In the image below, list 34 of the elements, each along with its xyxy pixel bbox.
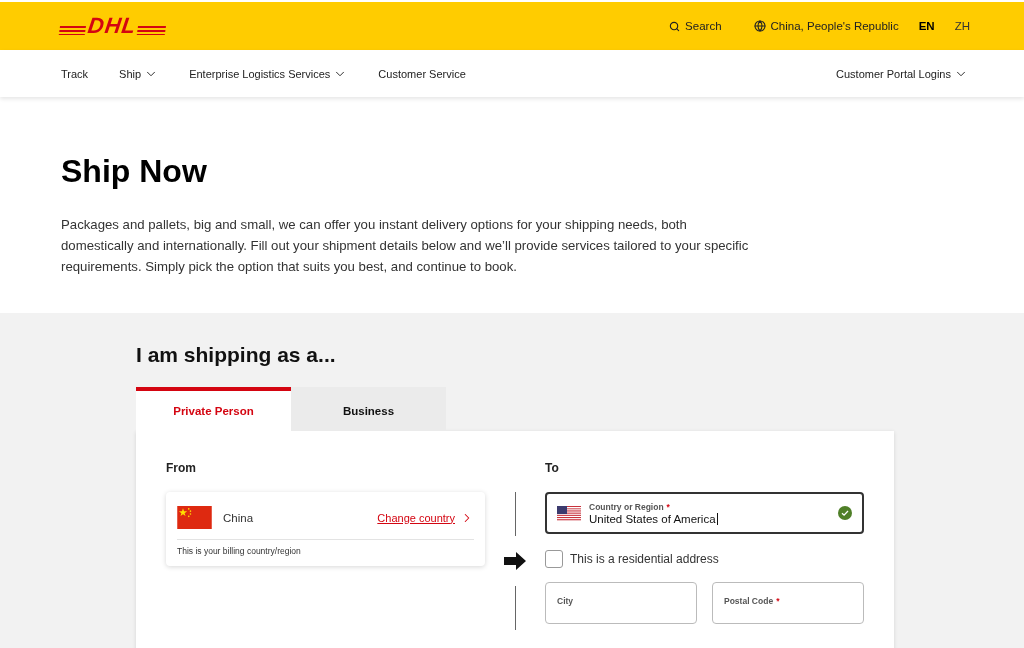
input-field[interactable]: City — [545, 582, 697, 624]
nav-link[interactable]: Customer Portal Logins — [836, 66, 968, 81]
page-title: Ship Now — [61, 153, 207, 190]
country-name: China — [223, 511, 254, 524]
input-field[interactable]: Postal Code * — [712, 582, 864, 624]
section-heading: I am shipping as a... — [136, 343, 336, 367]
search-icon — [669, 20, 681, 32]
country-field[interactable]: Country or Region * United States of America — [545, 492, 864, 534]
field-label: Country or Region * — [589, 501, 670, 512]
checkbox[interactable] — [545, 550, 563, 568]
nav-link[interactable]: Enterprise Logistics Services — [189, 66, 348, 81]
region-selector[interactable]: China, People's Republic — [753, 20, 899, 32]
flag-icon — [177, 506, 212, 529]
nav-link[interactable]: Ship — [119, 66, 159, 81]
billing-note: This is your billing country/region — [177, 546, 301, 556]
intro-text: Packages and pallets, big and small, we can offer you instant delivery options for your shipping needs, both domestically and internationally. Fill out your shipment details below and we’ll provide services tailored to your specific requirements. Simply pick the option that suits you best, and continue to book. — [61, 216, 750, 276]
field-label: City — [557, 596, 574, 606]
tab[interactable]: Private Person — [136, 387, 291, 431]
language-button[interactable]: ZH — [954, 20, 970, 32]
column-heading: To — [545, 461, 559, 475]
flag-icon — [557, 505, 581, 521]
arrow-right-icon — [504, 552, 526, 570]
language-button[interactable]: EN — [918, 20, 935, 32]
column-heading: From — [166, 461, 196, 475]
change-country-link[interactable]: Change country — [377, 510, 474, 525]
field-label: Postal Code * — [724, 596, 780, 606]
field-value: United States of America — [589, 512, 718, 525]
search-button[interactable]: Search — [669, 20, 722, 32]
nav-link[interactable]: Customer Service — [378, 67, 466, 80]
tab[interactable]: Business — [291, 387, 446, 431]
nav-link[interactable]: Track — [61, 67, 89, 80]
checkbox-label[interactable]: This is a residential address — [570, 552, 719, 566]
globe-icon — [753, 20, 766, 32]
logo[interactable]: DHL — [58, 17, 168, 35]
